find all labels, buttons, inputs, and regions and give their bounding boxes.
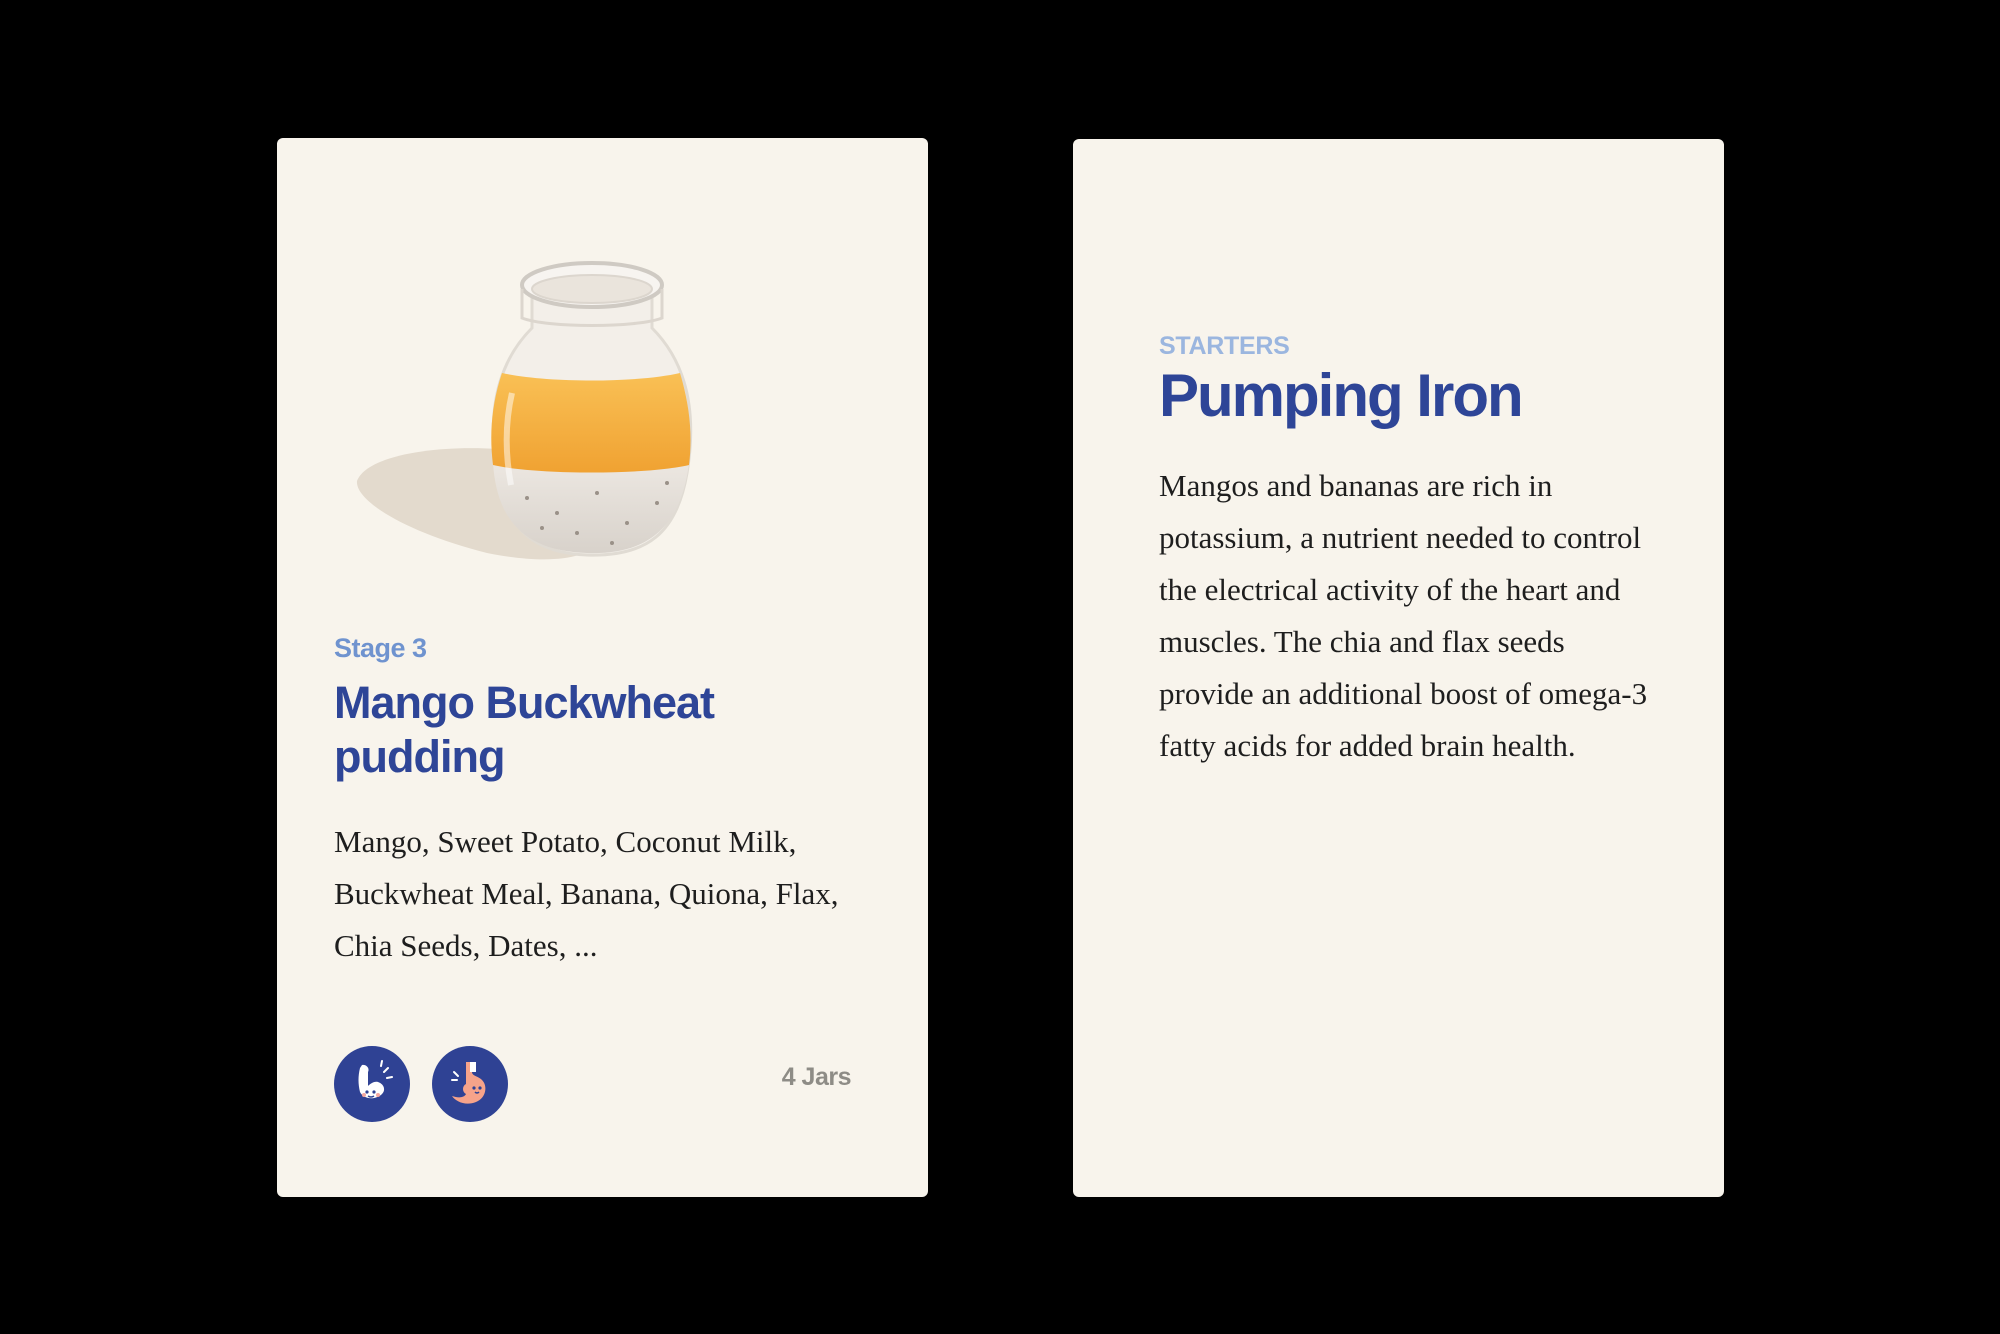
stage-label: Stage 3: [334, 633, 427, 663]
category-label: STARTERS: [1159, 332, 1290, 360]
muscle-icon: [334, 1046, 410, 1122]
product-title: Mango Buckwheat pudding: [334, 677, 715, 782]
product-card-front[interactable]: Stage 3 Mango Buckwheat pudding Mango, S…: [277, 138, 928, 1197]
canvas: Stage 3 Mango Buckwheat pudding Mango, S…: [0, 0, 2000, 1334]
stomach-icon: [432, 1046, 508, 1122]
product-card-back[interactable]: STARTERS Pumping Iron Mangos and bananas…: [1073, 139, 1724, 1197]
benefit-title: Pumping Iron: [1159, 362, 1524, 429]
jar-count: 4 Jars: [781, 1063, 852, 1091]
jar-product-image: [356, 261, 693, 560]
benefit-description: Mangos and bananas are rich in potassium…: [1159, 468, 1648, 763]
ingredients-list: Mango, Sweet Potato, Coconut Milk, Buckw…: [334, 824, 839, 963]
